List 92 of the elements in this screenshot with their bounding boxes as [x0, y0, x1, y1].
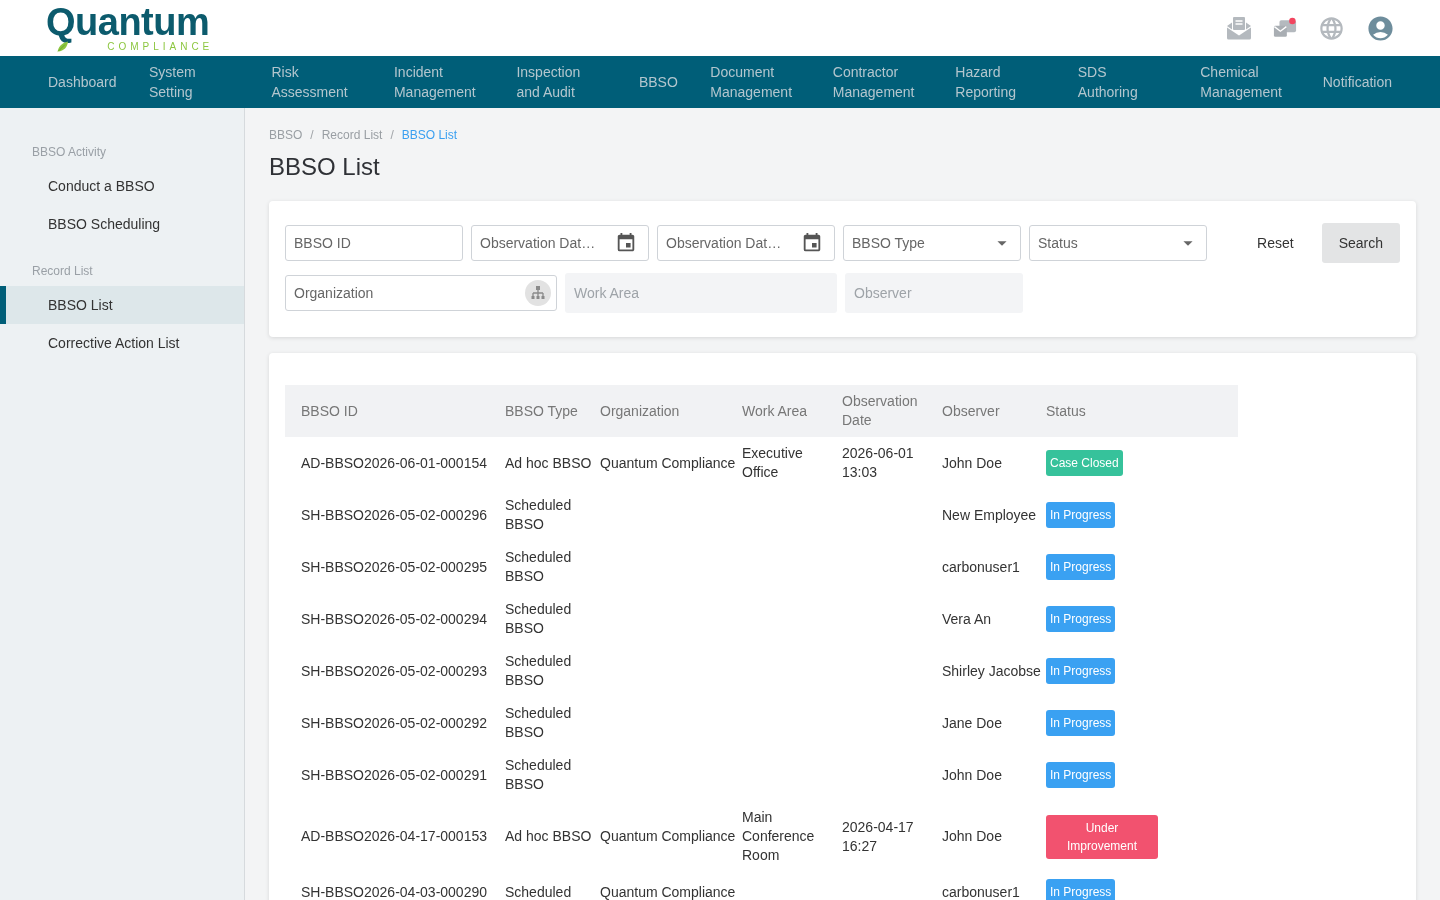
sidebar-item[interactable]: Corrective Action List [0, 324, 244, 362]
column-header: Observation Date [842, 385, 942, 437]
mail-stack-icon[interactable] [1273, 17, 1297, 39]
status-badge: Under Improvement [1046, 814, 1158, 859]
select-field[interactable]: BBSO Type [843, 225, 1021, 261]
logo-tagline: COMPLIANCE [107, 41, 214, 53]
table-cell: Scheduled BBSO [505, 601, 572, 636]
sidebar-item[interactable]: BBSO List [0, 286, 244, 324]
breadcrumb-link[interactable]: BBSO List [401, 127, 458, 143]
reset-button[interactable]: Reset [1243, 223, 1308, 263]
table-cell: Scheduled BBSO [505, 497, 572, 532]
status-badge: In Progress [1046, 554, 1116, 580]
table-cell: John Doe [942, 454, 1002, 471]
table-cell: AD-BBSO2026-04-17-000153 [301, 828, 487, 844]
calendar-icon[interactable] [615, 232, 637, 254]
breadcrumb-separator: / [310, 127, 314, 143]
table-cell: Main Conference Room [742, 809, 815, 863]
table-cell: SH-BBSO2026-05-02-000295 [301, 558, 487, 575]
nav-item[interactable]: Risk Assessment [271, 62, 362, 102]
sidebar-item[interactable]: Conduct a BBSO [0, 167, 244, 205]
picker-field[interactable]: Organization [285, 275, 557, 311]
org-chart-icon[interactable] [525, 280, 551, 306]
nav-item[interactable]: Chemical Management [1200, 62, 1291, 102]
table-cell: Scheduled [505, 883, 572, 900]
table-cell: Quantum Compliance [600, 883, 736, 900]
table-cell: SH-BBSO2026-04-03-000290 [301, 883, 487, 900]
table-cell: Quantum Compliance [600, 454, 736, 471]
nav-item[interactable]: Hazard Reporting [955, 62, 1046, 102]
nav-item[interactable]: Contractor Management [832, 62, 923, 102]
status-badge: In Progress [1046, 502, 1116, 528]
nav-item[interactable]: SDS Authoring [1077, 62, 1168, 102]
table-cell: New Employee [942, 506, 1037, 523]
leaf-icon [56, 41, 69, 53]
sidebar-section-title: Record List [31, 263, 94, 279]
status-badge: In Progress [1046, 606, 1116, 632]
column-header: Work Area [742, 385, 842, 437]
column-header: BBSO ID [285, 385, 505, 437]
table-cell: Scheduled BBSO [505, 705, 572, 740]
logo-wordmark: Quantum [46, 3, 210, 41]
input-field[interactable]: BBSO ID [285, 225, 463, 261]
nav-item[interactable]: BBSO [638, 72, 678, 92]
status-badge: Case Closed [1046, 450, 1123, 476]
column-header: Observer [942, 385, 1046, 437]
nav-item[interactable]: Document Management [710, 62, 801, 102]
status-badge: In Progress [1046, 762, 1116, 788]
table-cell: AD-BBSO2026-06-01-000154 [301, 454, 487, 471]
table-cell: Ad hoc BBSO [505, 454, 592, 471]
date-field[interactable]: Observation Dat… [471, 225, 649, 261]
select-field[interactable]: Status [1029, 225, 1207, 261]
globe-icon[interactable] [1318, 14, 1345, 42]
breadcrumb-link[interactable]: BBSO [269, 127, 303, 143]
sidebar-item[interactable]: BBSO Scheduling [0, 205, 244, 243]
breadcrumb-link[interactable]: Record List [321, 127, 383, 143]
status-badge: In Progress [1046, 879, 1116, 900]
table-cell: Executive Office [742, 445, 803, 480]
column-header: BBSO Type [505, 385, 600, 437]
table-cell: SH-BBSO2026-05-02-000296 [301, 506, 487, 523]
table-cell: John Doe [942, 828, 1002, 844]
breadcrumb-separator: / [390, 127, 394, 143]
date-field[interactable]: Observation Dat… [657, 225, 835, 261]
open-mail-icon[interactable] [1226, 16, 1252, 40]
table-cell: SH-BBSO2026-05-02-000293 [301, 662, 487, 679]
table-cell: Scheduled BBSO [505, 653, 572, 688]
nav-item[interactable]: Inspection and Audit [516, 62, 607, 102]
table-cell: Vera An [942, 610, 992, 627]
table-cell: 2026-04-17 16:27 [842, 818, 914, 854]
table-cell: SH-BBSO2026-05-02-000291 [301, 766, 487, 783]
nav-item[interactable]: Notification [1322, 72, 1392, 92]
nav-item[interactable]: Incident Management [393, 62, 484, 102]
user-avatar-icon[interactable] [1366, 13, 1395, 43]
column-header: Organization [600, 385, 742, 437]
table-cell: Jane Doe [942, 714, 1002, 731]
column-header: Status [1046, 385, 1238, 437]
table-cell: Scheduled BBSO [505, 757, 572, 792]
table-cell: Quantum Compliance [600, 828, 736, 844]
search-button[interactable]: Search [1321, 223, 1400, 263]
table-cell: carbonuser1 [942, 558, 1020, 575]
nav-item[interactable]: Dashboard [48, 72, 117, 92]
table-cell: John Doe [942, 766, 1002, 783]
table-cell: carbonuser1 [942, 883, 1020, 900]
nav-item[interactable]: System Setting [149, 62, 239, 102]
table-cell: Ad hoc BBSO [505, 828, 592, 844]
table-cell: Shirley Jacobse [942, 662, 1041, 679]
status-badge: In Progress [1046, 658, 1116, 684]
table-cell: 2026-06-01 13:03 [842, 445, 914, 480]
table-cell: SH-BBSO2026-05-02-000294 [301, 610, 487, 627]
table-cell: Scheduled BBSO [505, 549, 572, 584]
table-cell: SH-BBSO2026-05-02-000292 [301, 714, 487, 731]
calendar-icon[interactable] [801, 232, 823, 254]
status-badge: In Progress [1046, 710, 1116, 736]
sidebar-section-title: BBSO Activity [31, 144, 108, 160]
page-title: BBSO List [269, 152, 381, 182]
